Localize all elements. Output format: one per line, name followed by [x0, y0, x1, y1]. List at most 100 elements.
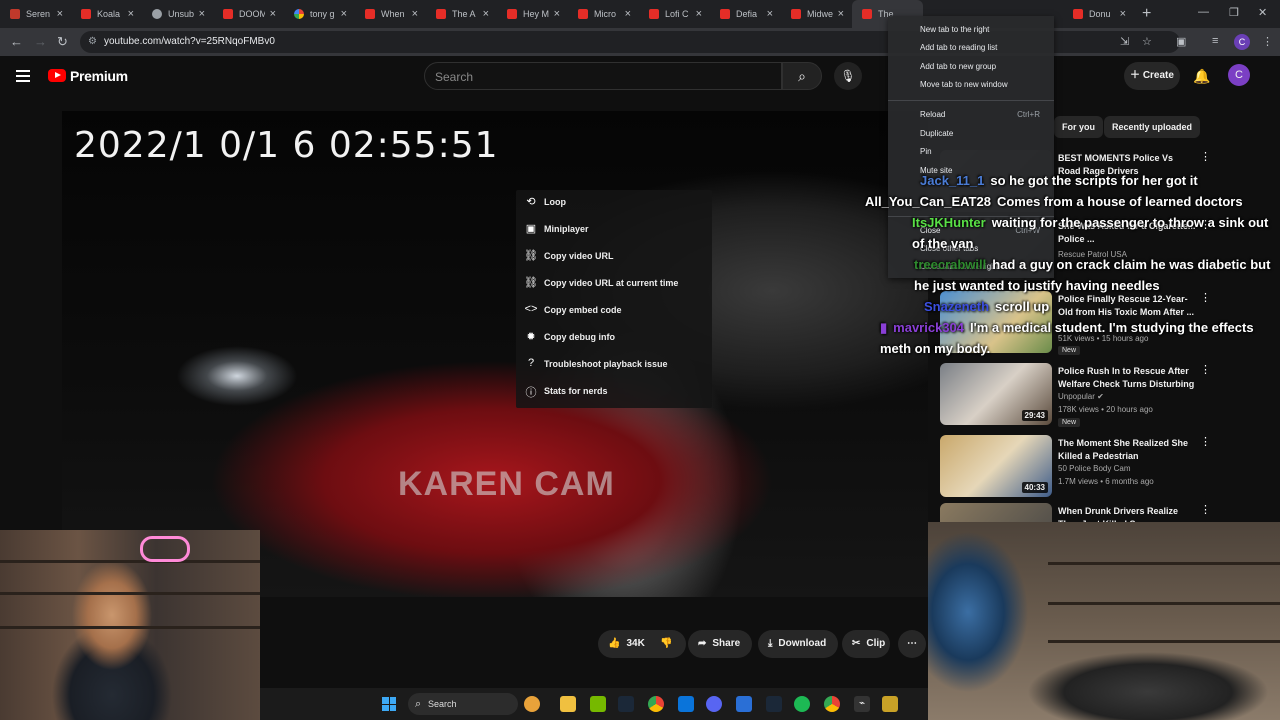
search-input[interactable]: Search: [424, 62, 782, 90]
tab-close-icon[interactable]: ×: [1120, 8, 1126, 20]
browser-profile-avatar[interactable]: C: [1234, 34, 1250, 50]
recommendation-item[interactable]: 29:43 Police Rush In to Rescue After Wel…: [940, 363, 1270, 427]
new-tab-icon[interactable]: +: [1142, 5, 1151, 23]
taskbar-search[interactable]: Search: [408, 693, 518, 715]
hamburger-menu-icon[interactable]: [16, 70, 30, 82]
spotify-icon[interactable]: [794, 696, 810, 712]
recommendation-title[interactable]: Police Rush In to Rescue After Welfare C…: [1058, 365, 1198, 391]
browser-tab[interactable]: Koala ×: [71, 0, 142, 28]
menu-item-troubleshoot[interactable]: ? Troubleshoot playback issue: [516, 352, 712, 378]
menu-item-stats[interactable]: ⓘ Stats for nerds: [516, 379, 712, 405]
chip-for-you[interactable]: For you: [1054, 116, 1103, 138]
more-actions-button[interactable]: ⋯: [898, 630, 926, 658]
site-info-icon[interactable]: ⚙: [88, 36, 97, 47]
steam-icon[interactable]: [766, 696, 782, 712]
microphone-icon[interactable]: 🎙: [834, 62, 862, 90]
tab-close-icon[interactable]: ×: [412, 8, 418, 20]
terminal-icon[interactable]: ⌁: [854, 696, 870, 712]
maximize-icon[interactable]: ❐: [1229, 6, 1239, 19]
browser-tab[interactable]: Unsub ×: [142, 0, 213, 28]
video-thumbnail[interactable]: [940, 503, 1052, 523]
more-vertical-icon[interactable]: ⋮: [1200, 363, 1211, 376]
windows-start-icon[interactable]: [382, 697, 396, 711]
menu-item-embed[interactable]: <> Copy embed code: [516, 298, 712, 324]
extensions-icon[interactable]: ▣: [1176, 35, 1186, 48]
bookmark-star-icon[interactable]: ☆: [1142, 35, 1152, 48]
install-app-icon[interactable]: ⇲: [1120, 35, 1129, 48]
clip-button[interactable]: ✂ Clip: [842, 630, 890, 658]
tab-close-icon[interactable]: ×: [554, 8, 560, 20]
create-button[interactable]: ＋ Create: [1124, 62, 1180, 90]
chrome-icon[interactable]: [648, 696, 664, 712]
browser-tab[interactable]: The A ×: [426, 0, 497, 28]
file-explorer-icon[interactable]: [560, 696, 576, 712]
app-icon[interactable]: [736, 696, 752, 712]
menu-move-new-window[interactable]: Move tab to new window: [920, 80, 1008, 89]
browser-tab[interactable]: DOOM ×: [213, 0, 284, 28]
browser-tab[interactable]: Midwe ×: [781, 0, 852, 28]
search-icon[interactable]: ⌕: [782, 62, 822, 90]
download-button[interactable]: ⤓ Download: [758, 630, 838, 658]
tab-close-icon[interactable]: ×: [838, 8, 844, 20]
dislike-button[interactable]: 👎: [654, 630, 680, 658]
discord-icon[interactable]: [706, 696, 722, 712]
menu-pin[interactable]: Pin: [920, 147, 932, 156]
nvidia-icon[interactable]: [590, 696, 606, 712]
video-thumbnail[interactable]: 29:43: [940, 363, 1052, 425]
more-vertical-icon[interactable]: ⋮: [1200, 503, 1211, 516]
notifications-bell-icon[interactable]: 🔔: [1193, 68, 1210, 85]
app-icon[interactable]: [882, 696, 898, 712]
tab-close-icon[interactable]: ×: [483, 8, 489, 20]
menu-item-miniplayer[interactable]: ▣ Miniplayer: [516, 217, 712, 243]
widgets-icon[interactable]: [524, 696, 540, 712]
video-player[interactable]: 2022/1 0/1 6 02:55:51 KAREN CAM: [62, 111, 928, 597]
avatar[interactable]: C: [1228, 64, 1250, 86]
menu-item-loop[interactable]: ⟲ Loop: [516, 190, 712, 216]
back-icon[interactable]: ←: [10, 34, 23, 49]
recommendation-item[interactable]: When Drunk Drivers Realize They Just Kil…: [940, 503, 1270, 523]
menu-item-copy-url-time[interactable]: ⛓ Copy video URL at current time: [516, 271, 712, 297]
recommendation-title[interactable]: When Drunk Drivers Realize They Just Kil…: [1058, 505, 1198, 523]
tab-close-icon[interactable]: ×: [57, 8, 63, 20]
menu-new-tab-right[interactable]: New tab to the right: [920, 25, 989, 34]
browser-tab[interactable]: Hey M ×: [497, 0, 568, 28]
tab-close-icon[interactable]: ×: [128, 8, 134, 20]
menu-add-reading-list[interactable]: Add tab to reading list: [920, 43, 997, 52]
browser-tab[interactable]: Micro ×: [568, 0, 639, 28]
tab-close-icon[interactable]: ×: [270, 8, 276, 20]
reading-list-icon[interactable]: ≡: [1212, 35, 1218, 47]
video-thumbnail[interactable]: 40:33: [940, 435, 1052, 497]
menu-add-new-group[interactable]: Add tab to new group: [920, 62, 996, 71]
channel-name[interactable]: Unpopular ✔: [1058, 392, 1104, 401]
menu-duplicate[interactable]: Duplicate: [920, 129, 953, 138]
browser-tab[interactable]: Defia ×: [710, 0, 781, 28]
recommendation-title[interactable]: The Moment She Realized She Killed a Ped…: [1058, 437, 1198, 463]
tab-close-icon[interactable]: ×: [199, 8, 205, 20]
more-vertical-icon[interactable]: ⋮: [1200, 435, 1211, 448]
tab-close-icon[interactable]: ×: [341, 8, 347, 20]
browser-tab[interactable]: Seren ×: [0, 0, 71, 28]
browser-menu-icon[interactable]: ⋮: [1262, 35, 1273, 48]
menu-reload[interactable]: Reload: [920, 110, 945, 119]
browser-tab[interactable]: When ×: [355, 0, 426, 28]
more-vertical-icon[interactable]: ⋮: [1200, 150, 1211, 163]
recommendation-item[interactable]: 40:33 The Moment She Realized She Killed…: [940, 435, 1270, 499]
chrome-icon[interactable]: [824, 696, 840, 712]
window-close-icon[interactable]: ✕: [1258, 6, 1267, 19]
browser-tab[interactable]: Lofi C ×: [639, 0, 710, 28]
chip-recently-uploaded[interactable]: Recently uploaded: [1104, 116, 1201, 138]
tab-close-icon[interactable]: ×: [625, 8, 631, 20]
channel-name[interactable]: 50 Police Body Cam: [1058, 464, 1130, 473]
app-icon[interactable]: [678, 696, 694, 712]
minimize-icon[interactable]: —: [1198, 6, 1209, 18]
menu-item-debug[interactable]: ✹ Copy debug info: [516, 325, 712, 351]
menu-item-copy-url[interactable]: ⛓ Copy video URL: [516, 244, 712, 270]
tab-close-icon[interactable]: ×: [767, 8, 773, 20]
reload-icon[interactable]: ↻: [57, 34, 68, 50]
browser-tab[interactable]: tony g ×: [284, 0, 355, 28]
browser-tab[interactable]: Donu ×: [1063, 0, 1134, 28]
steam-icon[interactable]: [618, 696, 634, 712]
share-button[interactable]: ➦ Share: [688, 630, 752, 658]
tab-close-icon[interactable]: ×: [696, 8, 702, 20]
forward-icon[interactable]: →: [34, 34, 47, 49]
